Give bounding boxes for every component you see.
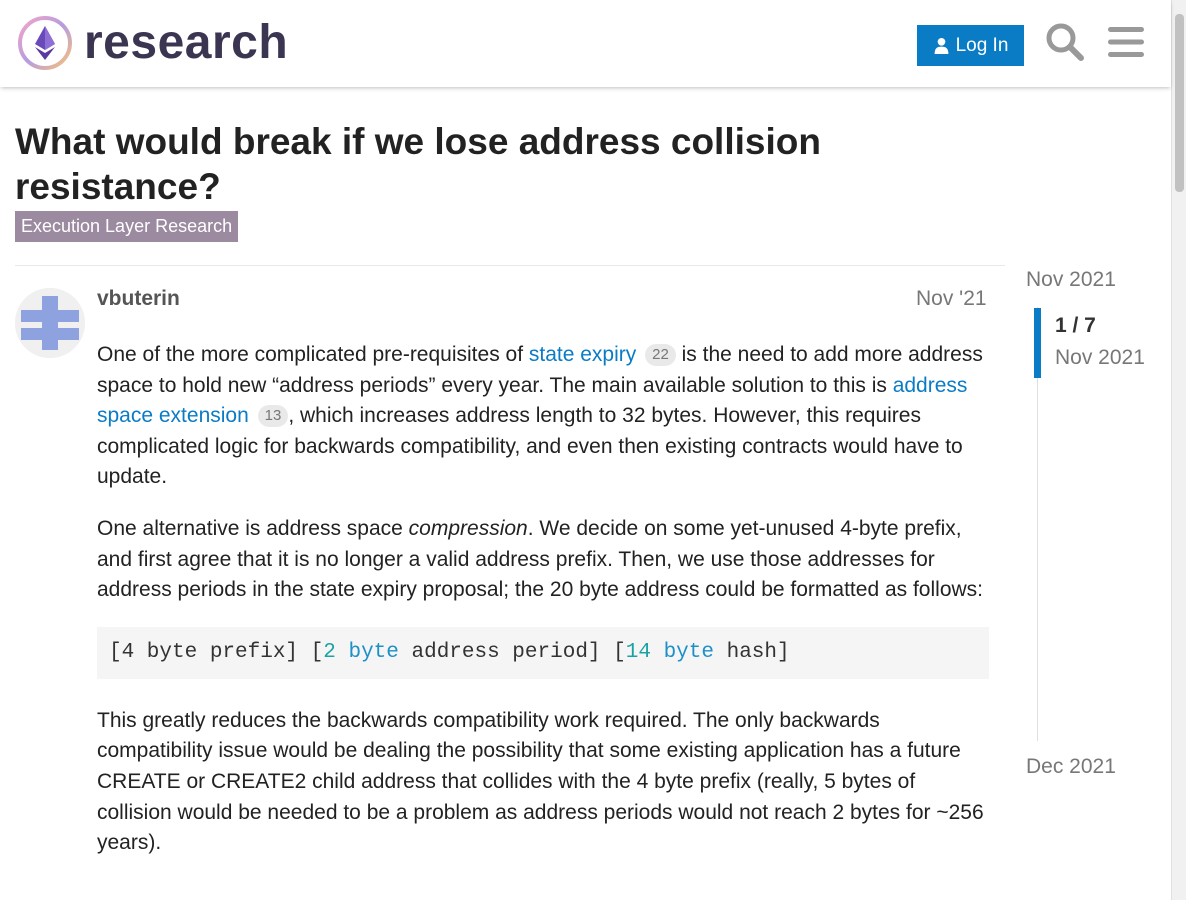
post-username[interactable]: vbuterin xyxy=(97,287,180,311)
title-divider xyxy=(15,265,1005,266)
login-button[interactable]: Log In xyxy=(917,25,1024,66)
code-text: address period] [ xyxy=(398,640,626,664)
post-paragraph-1: One of the more complicated pre-requisit… xyxy=(97,340,989,493)
user-icon xyxy=(934,37,948,54)
code-text: hash] xyxy=(713,640,790,664)
login-label: Log In xyxy=(955,34,1009,56)
page-scrollbar[interactable] xyxy=(1171,0,1186,900)
hamburger-menu-icon xyxy=(1108,27,1144,57)
post-body: One of the more complicated pre-requisit… xyxy=(97,340,989,880)
post-paragraph-2: One alternative is address space compres… xyxy=(97,514,989,606)
code-keyword: byte xyxy=(348,640,399,664)
text-span: One alternative is address space xyxy=(97,516,409,540)
post-paragraph-3: This greatly reduces the backwards compa… xyxy=(97,708,984,855)
timeline-handle[interactable] xyxy=(1034,308,1041,378)
timeline-start-date[interactable]: Nov 2021 xyxy=(1026,268,1116,292)
timeline-position: 1 / 7 xyxy=(1055,314,1096,337)
code-number: 2 xyxy=(323,640,336,664)
topic-title: What would break if we lose address coll… xyxy=(15,121,821,207)
emphasis-text: compression xyxy=(408,516,528,540)
link-click-count: 22 xyxy=(645,344,676,366)
avatar[interactable] xyxy=(15,288,85,358)
timeline-end-date[interactable]: Dec 2021 xyxy=(1026,755,1116,779)
code-number: 14 xyxy=(625,640,651,664)
search-icon xyxy=(1046,23,1084,61)
site-brand[interactable]: research xyxy=(84,14,288,72)
code-block: [4 byte prefix] [2 byte address period] … xyxy=(97,626,989,679)
site-header: research Log In xyxy=(0,0,1171,87)
timeline-handle-date: Nov 2021 xyxy=(1055,346,1145,369)
link-click-count: 13 xyxy=(257,405,289,428)
post-date[interactable]: Nov '21 xyxy=(916,287,987,311)
research-logo[interactable] xyxy=(16,14,74,72)
category-badge[interactable]: Execution Layer Research xyxy=(15,211,239,242)
code-keyword: byte xyxy=(663,640,714,664)
search-button[interactable] xyxy=(1043,20,1087,64)
menu-button[interactable] xyxy=(1104,20,1148,64)
scrollbar-thumb[interactable] xyxy=(1175,14,1184,192)
state-expiry-link[interactable]: state expiry xyxy=(529,343,636,366)
code-text: [4 byte prefix] [ xyxy=(109,640,324,664)
text-span: One of the more complicated pre-requisit… xyxy=(97,343,529,366)
